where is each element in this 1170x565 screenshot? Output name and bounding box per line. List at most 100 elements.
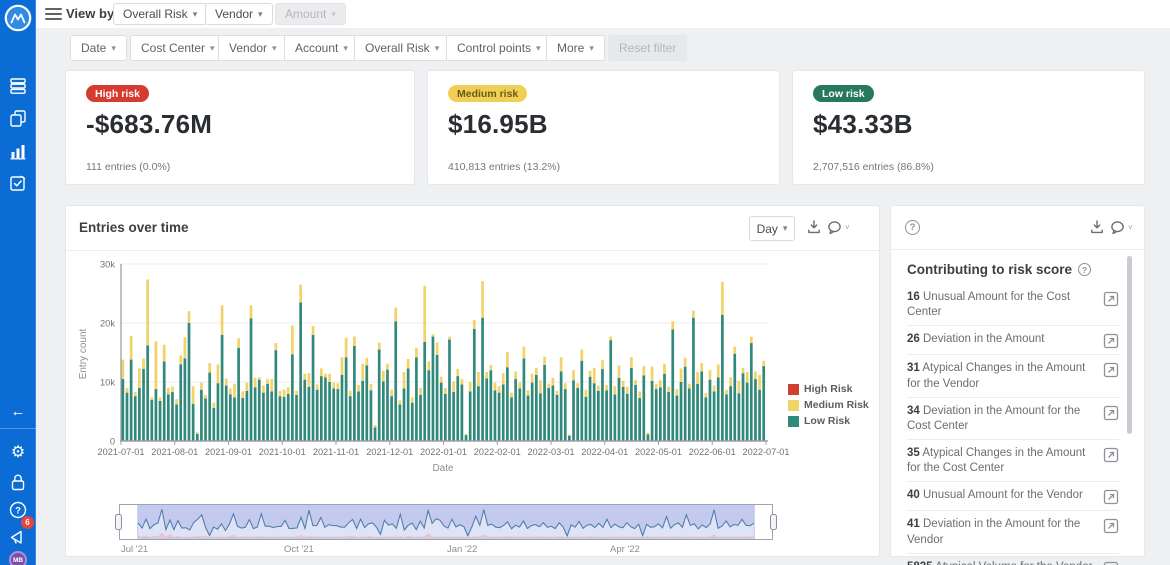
comment-icon[interactable]	[1109, 219, 1127, 237]
filter-control-points-button[interactable]: Control points ▾	[446, 35, 552, 61]
risk-factor-label: Atypical Changes in the Amount for the C…	[907, 447, 1086, 475]
low-risk-badge: Low risk	[813, 85, 874, 102]
sidebar: ← ⚙ ? 6 MB	[0, 0, 36, 565]
filter-vendor-button[interactable]: Vendor ▾	[218, 35, 288, 61]
external-link-icon[interactable]	[1103, 561, 1119, 565]
medium-risk-value: $16.95B	[448, 109, 548, 139]
group-by-overall-risk-dropdown[interactable]: Overall Risk ▾	[113, 3, 208, 25]
low-risk-entries: 2,707,516 entries (86.8%)	[813, 161, 934, 173]
risk-factor-row: 31 Atypical Changes in the Amount for th…	[907, 355, 1119, 398]
sidebar-item-announcements[interactable]: 6	[0, 516, 36, 547]
sidebar-item-files[interactable]	[0, 105, 36, 131]
medium-risk-badge: Medium risk	[448, 85, 528, 102]
external-link-icon[interactable]	[1103, 518, 1119, 534]
external-link-icon[interactable]	[1103, 447, 1119, 463]
filter-more-button[interactable]: More ▾	[546, 35, 605, 61]
low-risk-card: Low risk $43.33B 2,707,516 entries (86.8…	[792, 70, 1145, 185]
risk-factor-id: 16	[907, 291, 920, 303]
panel-scrollbar[interactable]	[1127, 256, 1132, 434]
reset-filter-button[interactable]: Reset filter	[608, 35, 688, 61]
download-icon[interactable]	[806, 219, 824, 237]
x-axis-label: Date	[432, 463, 454, 474]
risk-panel-heading: Contributing to risk score ?	[907, 262, 1092, 277]
risk-factor-text: 16 Unusual Amount for the Cost Center	[907, 290, 1103, 320]
svg-text:2022-07-01: 2022-07-01	[743, 447, 790, 457]
filter-cost-center-button[interactable]: Cost Center ▾	[130, 35, 226, 61]
chevron-down-icon: ▾	[272, 42, 277, 53]
legend-item: High Risk	[788, 383, 869, 395]
external-link-icon[interactable]	[1103, 362, 1119, 378]
risk-factor-label: Deviation in the Amount for the Vendor	[907, 518, 1081, 546]
comment-icon[interactable]	[826, 219, 844, 237]
brush-handle-left[interactable]	[115, 514, 122, 530]
sidebar-item-tasks[interactable]	[0, 170, 36, 196]
risk-score-panel: ? ˅ Contributing to risk score ? 16 Unus…	[890, 205, 1145, 565]
filter-label: Overall Risk	[365, 41, 430, 55]
filter-date-button[interactable]: Date ▾	[70, 35, 127, 61]
chevron-down-icon: ▾	[434, 42, 440, 53]
svg-text:20k: 20k	[100, 319, 115, 329]
chart-title: Entries over time	[79, 220, 189, 235]
filter-label: Account	[295, 41, 339, 55]
entries-bar-chart[interactable]: 0 10k 20k 30k 2021-07-01 2021-08-01 2021-09-0…	[74, 256, 874, 478]
sidebar-item-data[interactable]	[0, 73, 36, 99]
high-risk-entries: 111 entries (0.0%)	[86, 161, 171, 173]
app-logo[interactable]	[0, 3, 36, 33]
sidebar-item-settings[interactable]: ⚙	[0, 440, 36, 466]
risk-factor-text: 31 Atypical Changes in the Amount for th…	[907, 361, 1103, 391]
svg-text:2021-12-01: 2021-12-01	[366, 447, 413, 457]
risk-factor-list: 16 Unusual Amount for the Cost Center 26…	[907, 284, 1119, 565]
download-icon[interactable]	[1089, 219, 1107, 237]
hamburger-menu-icon[interactable]	[45, 8, 62, 20]
risk-factor-text: 5825 Atypical Volume for the Vendor	[907, 560, 1103, 565]
filter-label: Date	[81, 41, 107, 55]
medium-risk-card: Medium risk $16.95B 410,813 entries (13.…	[427, 70, 780, 185]
svg-text:2022-01-01: 2022-01-01	[420, 447, 467, 457]
help-circle-icon[interactable]: ?	[1078, 263, 1092, 276]
filter-label: Cost Center	[141, 41, 206, 55]
sidebar-item-analytics[interactable]	[0, 138, 36, 164]
y-axis-label: Entry count	[78, 328, 89, 379]
entries-over-time-card: Entries over time Day ▾ ˅ 0 10k 20k 30k	[65, 205, 880, 557]
sidebar-user-avatar[interactable]: MB	[0, 547, 36, 565]
sidebar-item-security[interactable]	[0, 469, 36, 495]
risk-factor-id: 26	[907, 333, 920, 346]
notification-badge: 6	[21, 516, 34, 529]
help-circle-icon[interactable]: ?	[905, 220, 920, 235]
svg-text:10k: 10k	[100, 378, 115, 388]
chevron-down-icon: ▾	[536, 42, 541, 53]
filter-account-button[interactable]: Account ▾	[284, 35, 359, 61]
dropdown-label: Amount	[285, 7, 327, 21]
filter-overall-risk-button[interactable]: Overall Risk ▾	[354, 35, 451, 61]
external-link-icon[interactable]	[1103, 291, 1119, 307]
risk-factor-id: 34	[907, 404, 920, 417]
risk-factor-row: 40 Unusual Amount for the Vendor	[907, 482, 1119, 512]
top-bar: View by Overall Risk ▾ Vendor ▾ Amount ▾	[36, 0, 1170, 28]
brush-tick-label: Apr '22	[610, 544, 640, 555]
filter-label: More	[557, 41, 585, 55]
time-range-brush[interactable]: Jul '21 Oct '21 Jan '22 Apr '22	[115, 504, 777, 555]
filter-label: Reset filter	[619, 41, 677, 55]
brush-handle-right[interactable]	[770, 514, 777, 530]
brush-tick-label: Jan '22	[447, 544, 478, 555]
risk-factor-row: 35 Atypical Changes in the Amount for th…	[907, 440, 1119, 483]
interval-day-dropdown[interactable]: Day ▾	[749, 216, 795, 241]
risk-factor-row: 5825 Atypical Volume for the Vendor	[907, 554, 1119, 565]
svg-text:2021-11-01: 2021-11-01	[313, 447, 359, 457]
legend-label: Medium Risk	[804, 399, 869, 411]
external-link-icon[interactable]	[1103, 333, 1119, 349]
group-by-amount-dropdown[interactable]: Amount ▾	[275, 3, 346, 25]
risk-factor-id: 35	[907, 447, 920, 460]
tasks-check-icon	[10, 175, 26, 191]
group-by-vendor-dropdown[interactable]: Vendor ▾	[205, 3, 273, 25]
chevron-down-icon[interactable]: ˅	[845, 223, 850, 232]
chart-header: Entries over time Day ▾ ˅	[66, 206, 879, 251]
risk-factor-text: 26 Deviation in the Amount	[907, 332, 1103, 347]
chevron-down-icon[interactable]: ˅	[1128, 223, 1133, 232]
external-link-icon[interactable]	[1103, 489, 1119, 505]
gear-icon: ⚙	[10, 444, 26, 461]
external-link-icon[interactable]	[1103, 405, 1119, 421]
view-by-label: View by	[66, 6, 115, 21]
sidebar-collapse-button[interactable]: ←	[0, 398, 36, 424]
low-risk-value: $43.33B	[813, 109, 913, 139]
